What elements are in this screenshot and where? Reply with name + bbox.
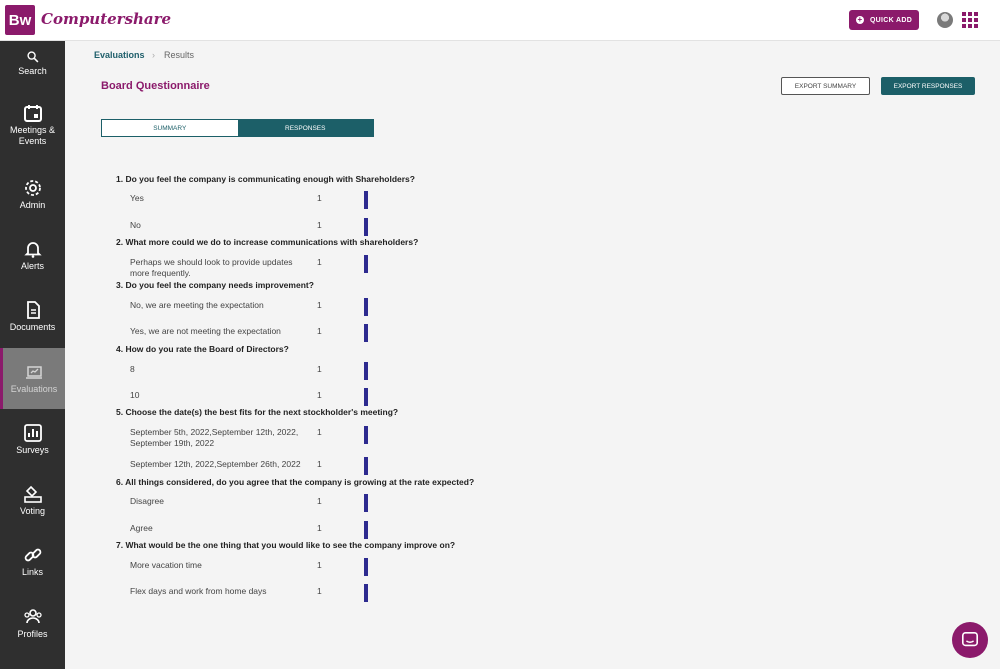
bw-logo[interactable]: Bw — [5, 5, 35, 35]
sidebar-item-label: Search — [18, 66, 47, 76]
answer-count: 1 — [317, 193, 322, 203]
sidebar-item-links[interactable]: Links — [0, 545, 65, 579]
sidebar-item-voting[interactable]: Voting — [0, 484, 65, 518]
top-header: Bw Computershare + QUICK ADD — [0, 0, 1000, 41]
bell-icon — [23, 242, 42, 258]
sidebar-item-label: Alerts — [20, 261, 44, 271]
response-bar — [364, 388, 368, 406]
sidebar-item-label: Links — [21, 567, 43, 577]
response-bar — [364, 494, 368, 512]
sidebar-item-evaluations[interactable]: Evaluations — [0, 348, 65, 409]
response-bar — [364, 191, 368, 209]
avatar[interactable] — [937, 12, 953, 28]
question-title: 2. What more could we do to increase com… — [116, 237, 419, 247]
plus-icon: + — [855, 15, 864, 24]
response-bar — [364, 558, 368, 576]
answer-count: 1 — [317, 427, 322, 437]
question-title: 7. What would be the one thing that you … — [116, 540, 456, 550]
answer-count: 1 — [317, 459, 322, 469]
results-tabs: SUMMARY RESPONSES — [101, 119, 374, 137]
search-icon — [26, 51, 38, 63]
answer-text: More vacation time — [130, 560, 202, 570]
sidebar-item-documents[interactable]: Documents — [0, 300, 65, 334]
response-bar — [364, 584, 368, 602]
answer-count: 1 — [317, 523, 322, 533]
response-bar — [364, 457, 368, 475]
answer-count: 1 — [317, 257, 322, 267]
question-title: 4. How do you rate the Board of Director… — [116, 344, 289, 354]
question-title: 3. Do you feel the company needs improve… — [116, 280, 314, 290]
sidebar-item-label: Profiles — [17, 629, 48, 639]
response-bar — [364, 521, 368, 539]
answer-count: 1 — [317, 300, 322, 310]
document-icon — [26, 301, 40, 319]
answer-text: 8 — [130, 364, 135, 374]
answer-count: 1 — [317, 390, 322, 400]
response-bar — [364, 324, 368, 342]
answer-count: 1 — [317, 560, 322, 570]
evaluation-icon — [26, 366, 42, 379]
response-bar — [364, 362, 368, 380]
sidebar-item-meetings[interactable]: Meetings & Events — [0, 103, 65, 149]
quick-add-label: QUICK ADD — [869, 16, 913, 24]
answer-count: 1 — [317, 496, 322, 506]
question-title: 5. Choose the date(s) the best fits for … — [116, 407, 399, 417]
ballot-icon — [23, 485, 42, 503]
answer-text: Yes, we are not meeting the expectation — [130, 326, 281, 336]
chat-icon — [961, 631, 979, 647]
answer-text: Flex days and work from home days — [130, 586, 267, 596]
answer-count: 1 — [317, 364, 322, 374]
sidebar-item-label: Evaluations — [10, 384, 58, 394]
answer-text: 10 — [130, 390, 140, 400]
answer-count: 1 — [317, 586, 322, 596]
sidebar: Search Meetings & Events Admin Alerts Do… — [0, 41, 65, 669]
answer-text: Agree — [130, 523, 153, 533]
page-title: Board Questionnaire — [101, 80, 210, 92]
tab-summary[interactable]: SUMMARY — [102, 120, 238, 136]
sidebar-item-search[interactable]: Search — [0, 50, 65, 80]
link-icon — [24, 548, 41, 562]
sidebar-item-profiles[interactable]: Profiles — [0, 607, 65, 641]
breadcrumb-current: Results — [164, 50, 195, 60]
sidebar-item-alerts[interactable]: Alerts — [0, 239, 65, 273]
sidebar-item-label: Surveys — [16, 445, 49, 455]
answer-count: 1 — [317, 220, 322, 230]
breadcrumb-evaluations[interactable]: Evaluations — [94, 50, 145, 60]
answer-text: No, we are meeting the expectation — [130, 300, 264, 310]
export-summary-button[interactable]: EXPORT SUMMARY — [781, 77, 870, 95]
sidebar-item-label: Meetings & Events — [9, 125, 56, 146]
chart-icon — [23, 424, 42, 442]
question-title: 6. All things considered, do you agree t… — [116, 477, 475, 487]
answer-text: September 12th, 2022,September 26th, 202… — [130, 459, 301, 469]
answer-text: Yes — [130, 193, 144, 203]
answer-text: Disagree — [130, 496, 165, 506]
chat-button[interactable] — [952, 622, 988, 658]
response-bar — [364, 218, 368, 236]
quick-add-button[interactable]: + QUICK ADD — [849, 10, 919, 30]
response-bar — [364, 426, 368, 444]
answer-text: No — [130, 220, 141, 230]
sidebar-item-label: Documents — [9, 322, 56, 332]
apps-grid-icon[interactable] — [962, 12, 978, 28]
answer-text: Perhaps we should look to provide update… — [130, 257, 293, 278]
users-icon — [23, 609, 42, 624]
breadcrumb-separator: › — [152, 50, 155, 60]
gear-icon — [24, 180, 41, 196]
sidebar-item-label: Voting — [19, 506, 46, 516]
answer-text: September 5th, 2022,September 12th, 2022… — [130, 427, 299, 448]
sidebar-item-surveys[interactable]: Surveys — [0, 423, 65, 457]
response-bar — [364, 298, 368, 316]
response-bar — [364, 255, 368, 273]
export-responses-button[interactable]: EXPORT RESPONSES — [881, 77, 975, 95]
brand-name: Computershare — [41, 10, 172, 28]
sidebar-item-admin[interactable]: Admin — [0, 178, 65, 212]
sidebar-item-label: Admin — [19, 200, 46, 210]
question-title: 1. Do you feel the company is communicat… — [116, 174, 415, 184]
tab-responses[interactable]: RESPONSES — [237, 120, 373, 136]
answer-count: 1 — [317, 326, 322, 336]
calendar-icon — [23, 105, 42, 122]
